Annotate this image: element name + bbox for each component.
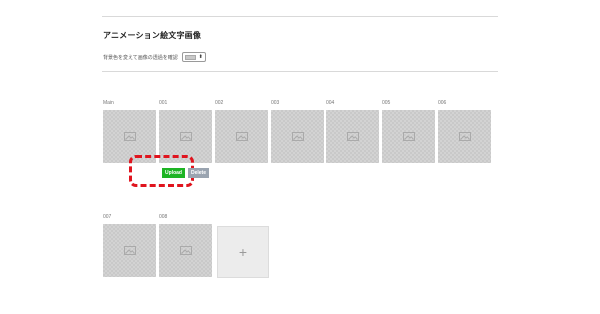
image-placeholder-icon [179, 132, 192, 141]
image-placeholder-icon [346, 132, 359, 141]
select-arrows-icon: ⬍ [198, 53, 203, 60]
image-placeholder-icon [291, 132, 304, 141]
delete-button[interactable]: Delete [188, 168, 209, 178]
cell-label: 005 [382, 100, 391, 106]
plus-icon: + [238, 244, 248, 260]
top-divider [102, 16, 498, 17]
cell-label: 004 [326, 100, 335, 106]
image-slot[interactable] [159, 224, 212, 277]
cell-label: 006 [438, 100, 447, 106]
cell-label: Main [103, 100, 114, 106]
cell-label: 003 [271, 100, 280, 106]
color-swatch [184, 54, 196, 60]
image-slot[interactable] [271, 110, 324, 163]
cell-label: 001 [159, 100, 168, 106]
upload-button[interactable]: Upload [162, 168, 185, 178]
background-color-select[interactable]: ⬍ [181, 52, 206, 62]
image-slot[interactable] [103, 224, 156, 277]
section-divider [102, 71, 498, 72]
image-placeholder-icon [402, 132, 415, 141]
background-check-label: 背景色を変えて画像の透過を確認 [103, 54, 178, 61]
image-placeholder-icon [235, 132, 248, 141]
section-title: アニメーション絵文字画像 [103, 31, 202, 40]
image-placeholder-icon [123, 246, 136, 255]
cell-label: 002 [215, 100, 224, 106]
cell-label: 008 [159, 214, 168, 220]
image-placeholder-icon [179, 246, 192, 255]
image-slot[interactable] [382, 110, 435, 163]
image-placeholder-icon [458, 132, 471, 141]
add-image-button[interactable]: + [217, 226, 269, 278]
background-check-row: 背景色を変えて画像の透過を確認 ⬍ [103, 51, 206, 63]
image-placeholder-icon [123, 132, 136, 141]
image-slot[interactable] [438, 110, 491, 163]
cell-label: 007 [103, 214, 112, 220]
image-slot[interactable] [326, 110, 379, 163]
image-slot[interactable] [215, 110, 268, 163]
